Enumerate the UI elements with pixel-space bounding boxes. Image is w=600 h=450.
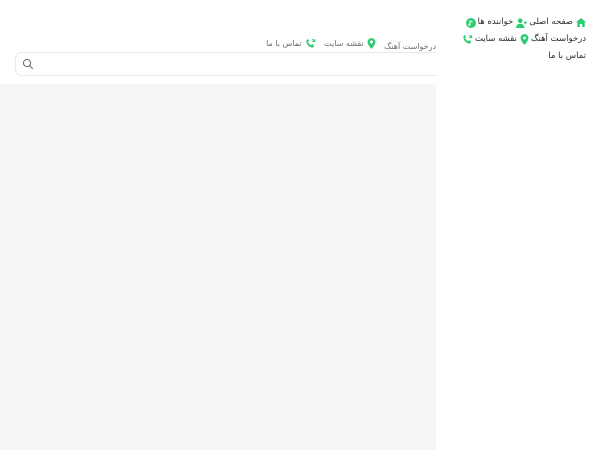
menu-row: درخواست آهنگ نقشه سایت [446, 31, 586, 48]
menu-row: صفحه اصلی خواننده ها [446, 14, 586, 31]
menu-item-contact[interactable]: تماس با ما [548, 48, 586, 65]
top-nav-item-contact[interactable]: تماس با ما [266, 38, 316, 49]
menu-item-label: نقشه سایت [474, 34, 517, 44]
top-nav-label: درخواست آهنگ [384, 42, 436, 51]
menu-item-request-song[interactable]: درخواست آهنگ [531, 31, 586, 48]
menu-item-singers[interactable]: خواننده ها [478, 14, 528, 31]
menu-row: تماس با ما [446, 48, 586, 65]
menu-item-home[interactable]: صفحه اصلی [529, 14, 586, 31]
top-nav-label: تماس با ما [266, 39, 302, 48]
top-nav-label: نقشه سایت [324, 39, 364, 48]
top-nav-item-request-song[interactable]: درخواست آهنگ [384, 42, 436, 51]
menu-item-label: درخواست آهنگ [530, 34, 586, 44]
search-input[interactable] [46, 55, 430, 75]
menu-item-label: خواننده ها [477, 17, 514, 27]
search-icon[interactable] [22, 58, 34, 70]
phone-icon [305, 38, 315, 48]
menu-item-label: تماس با ما [548, 51, 586, 61]
phone-icon [462, 34, 473, 45]
content-area [0, 84, 436, 450]
top-nav-item-sitemap[interactable]: نقشه سایت [324, 38, 376, 49]
search-bar [15, 52, 436, 76]
menu-item-sitemap[interactable]: نقشه سایت [475, 31, 529, 48]
map-pin-icon [520, 34, 529, 45]
home-icon [576, 18, 586, 27]
map-pin-icon [367, 38, 376, 49]
menu-item-label: صفحه اصلی [529, 17, 573, 27]
music-circle-icon [465, 17, 476, 28]
side-menu: صفحه اصلی خواننده ها درخواست آهنگ نقشه س [446, 14, 586, 65]
user-add-icon [516, 17, 527, 28]
